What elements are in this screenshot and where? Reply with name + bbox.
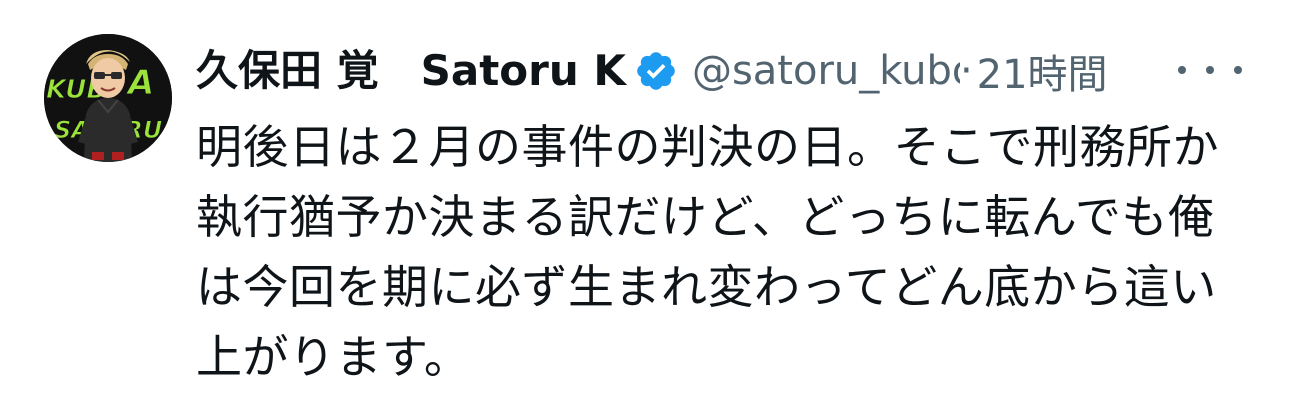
- tweet[interactable]: KUB A SATORU: [0, 0, 1300, 408]
- tweet-header: 久保田 覚 Satoru K @satoru_kubota · 21時間: [196, 38, 1266, 104]
- tweet-text-line: は今回を期に必ず生まれ変わってどん底から這い: [196, 260, 1217, 314]
- user-handle[interactable]: @satoru_kubota: [692, 48, 960, 94]
- verified-badge-icon: [634, 49, 678, 93]
- avatar[interactable]: KUB A SATORU: [44, 34, 172, 162]
- more-dot: [1178, 66, 1186, 74]
- timestamp[interactable]: 21時間: [977, 42, 1108, 100]
- tweet-text: 明後日は２月の事件の判決の日。そこで刑務所か 執行猶予か決まる訳だけど、どっちに…: [196, 112, 1256, 392]
- header-separator: ·: [959, 48, 973, 94]
- tweet-text-line: 執行猶予か決まる訳だけど、どっちに転んでも俺: [196, 190, 1215, 244]
- more-icon[interactable]: [1178, 50, 1242, 90]
- display-name[interactable]: 久保田 覚 Satoru K: [196, 38, 626, 104]
- more-dot: [1234, 66, 1242, 74]
- more-dot: [1206, 66, 1214, 74]
- avatar-text-a: A: [125, 63, 154, 103]
- avatar-image: KUB A SATORU: [44, 34, 172, 162]
- tweet-text-line: 明後日は２月の事件の判決の日。そこで刑務所か: [196, 120, 1219, 174]
- tweet-text-line: 上がります。: [196, 330, 471, 384]
